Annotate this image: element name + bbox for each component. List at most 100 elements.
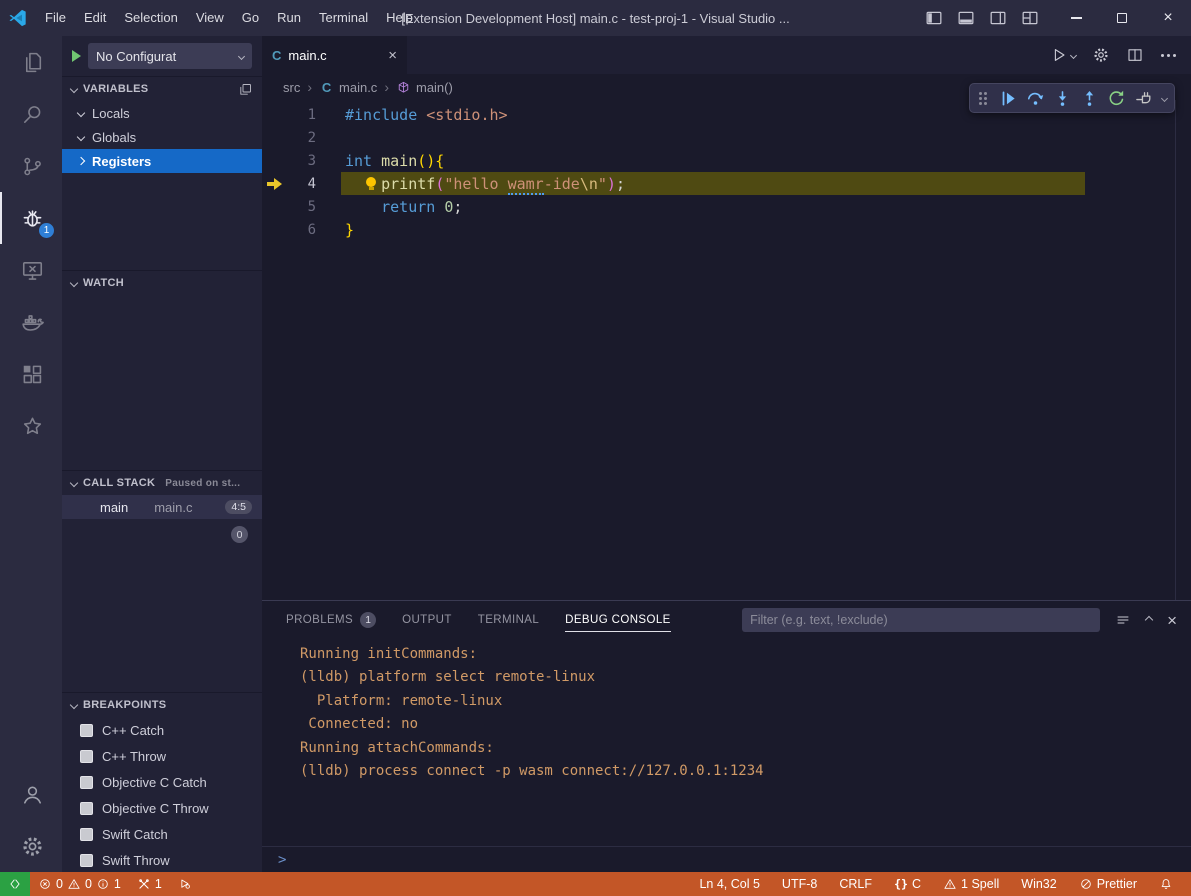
status-cursor-position[interactable]: Ln 4, Col 5 xyxy=(691,877,767,891)
breadcrumb-src[interactable]: src xyxy=(283,80,300,95)
output-options-icon[interactable] xyxy=(1115,612,1131,628)
panel-tab-debug-console[interactable]: DEBUG CONSOLE xyxy=(565,601,671,639)
step-out-button[interactable] xyxy=(1076,85,1103,111)
menu-file[interactable]: File xyxy=(36,0,75,36)
breakpoints-header[interactable]: BREAKPOINTS xyxy=(62,693,262,717)
breakpoint-swift-throw[interactable]: Swift Throw xyxy=(62,847,262,872)
tree-item-label: Globals xyxy=(92,130,136,145)
breakpoint-checkbox[interactable] xyxy=(80,854,93,867)
drag-handle-icon[interactable] xyxy=(977,91,989,106)
breakpoint-objective-c-throw[interactable]: Objective C Throw xyxy=(62,795,262,821)
activity-favorites[interactable] xyxy=(0,400,62,452)
customize-layout-button[interactable] xyxy=(1015,3,1045,33)
menu-edit[interactable]: Edit xyxy=(75,0,115,36)
activity-search[interactable] xyxy=(0,88,62,140)
maximize-button[interactable] xyxy=(1099,0,1145,36)
run-button[interactable] xyxy=(1050,46,1076,64)
variables-item-globals[interactable]: Globals xyxy=(62,125,262,149)
filter-input[interactable] xyxy=(750,613,1092,627)
tab-main-c[interactable]: C main.c × xyxy=(262,36,407,74)
menu-selection[interactable]: Selection xyxy=(115,0,186,36)
menu-go[interactable]: Go xyxy=(233,0,268,36)
variables-header[interactable]: VARIABLES xyxy=(62,77,262,101)
breakpoint-c-throw[interactable]: C++ Throw xyxy=(62,743,262,769)
breakpoint-checkbox[interactable] xyxy=(80,828,93,841)
breakpoint-checkbox[interactable] xyxy=(80,802,93,815)
status-problems[interactable]: 0 0 1 xyxy=(30,872,129,896)
code-line-5[interactable]: 5 return 0; xyxy=(262,195,1191,218)
activity-bar: 1 xyxy=(0,36,62,872)
activity-accounts[interactable] xyxy=(0,768,62,820)
panel-close-icon[interactable]: × xyxy=(1167,612,1177,629)
breakpoint-c-catch[interactable]: C++ Catch xyxy=(62,717,262,743)
more-actions-button[interactable] xyxy=(1160,54,1177,57)
breakpoint-checkbox[interactable] xyxy=(80,776,93,789)
panel-tab-terminal[interactable]: TERMINAL xyxy=(478,601,539,639)
breadcrumb-main-c[interactable]: Cmain.c xyxy=(319,80,377,95)
menu-view[interactable]: View xyxy=(187,0,233,36)
code-line-3[interactable]: 3int main(){ xyxy=(262,149,1191,172)
status-notifications[interactable] xyxy=(1151,877,1181,891)
debug-config-dropdown[interactable]: No Configurat xyxy=(88,43,252,69)
stack-frame-row[interactable]: main main.c 4:5 xyxy=(62,495,262,519)
variables-panel-icon[interactable] xyxy=(238,82,253,97)
status-eol[interactable]: CRLF xyxy=(831,877,880,891)
menu-run[interactable]: Run xyxy=(268,0,310,36)
activity-source-control[interactable] xyxy=(0,140,62,192)
breakpoint-checkbox[interactable] xyxy=(80,724,93,737)
step-into-button[interactable] xyxy=(1049,85,1076,111)
status-language-mode[interactable]: {}C xyxy=(886,877,929,891)
code-line-6[interactable]: 6} xyxy=(262,218,1191,241)
activity-explorer[interactable] xyxy=(0,36,62,88)
disconnect-button[interactable] xyxy=(1130,85,1157,111)
status-debug[interactable] xyxy=(170,872,200,896)
activity-docker[interactable] xyxy=(0,296,62,348)
chevron-down-icon[interactable] xyxy=(1161,94,1168,101)
status-toolchain[interactable]: 1 xyxy=(129,872,170,896)
panel-maximize-icon[interactable] xyxy=(1145,616,1153,624)
close-button[interactable]: × xyxy=(1145,0,1191,36)
variables-item-locals[interactable]: Locals xyxy=(62,101,262,125)
breakpoint-objective-c-catch[interactable]: Objective C Catch xyxy=(62,769,262,795)
variables-item-registers[interactable]: Registers xyxy=(62,149,262,173)
code-editor[interactable]: 1#include <stdio.h>23int main(){4 printf… xyxy=(262,100,1191,600)
code-text: } xyxy=(316,221,354,239)
panel-tab-output[interactable]: OUTPUT xyxy=(402,601,452,639)
remote-indicator[interactable] xyxy=(0,872,30,896)
restart-button[interactable] xyxy=(1103,85,1130,111)
toggle-panel-button[interactable] xyxy=(951,3,981,33)
tab-close-icon[interactable]: × xyxy=(388,47,397,64)
minimize-button[interactable] xyxy=(1053,0,1099,36)
menu-help[interactable]: Help xyxy=(377,0,422,36)
filter-box[interactable] xyxy=(742,608,1100,632)
activity-run-and-debug[interactable]: 1 xyxy=(0,192,62,244)
code-line-2[interactable]: 2 xyxy=(262,126,1191,149)
continue-button[interactable] xyxy=(995,85,1022,111)
status-encoding[interactable]: UTF-8 xyxy=(774,877,825,891)
status-platform[interactable]: Win32 xyxy=(1013,877,1064,891)
breakpoint-checkbox[interactable] xyxy=(80,750,93,763)
activity-settings[interactable] xyxy=(0,820,62,872)
breakpoint-swift-catch[interactable]: Swift Catch xyxy=(62,821,262,847)
console-output[interactable]: Running initCommands:(lldb) platform sel… xyxy=(262,639,1191,846)
start-debugging-icon[interactable] xyxy=(72,50,81,62)
menu-terminal[interactable]: Terminal xyxy=(310,0,377,36)
editor-scrollbar[interactable] xyxy=(1175,100,1176,600)
code-line-4[interactable]: 4 printf("hello wamr-ide\n"); xyxy=(262,172,1191,195)
console-input[interactable]: > xyxy=(262,846,1191,872)
call-stack-header[interactable]: CALL STACK Paused on st... xyxy=(62,471,262,495)
toggle-sidebar-button[interactable] xyxy=(919,3,949,33)
breakpoint-gutter[interactable] xyxy=(262,178,286,190)
settings-button[interactable] xyxy=(1092,46,1110,64)
panel-tab-problems[interactable]: PROBLEMS1 xyxy=(286,601,376,639)
status-prettier[interactable]: Prettier xyxy=(1071,877,1145,891)
watch-header[interactable]: WATCH xyxy=(62,271,262,295)
activity-remote-explorer[interactable] xyxy=(0,244,62,296)
step-over-button[interactable] xyxy=(1022,85,1049,111)
toggle-secondary-sidebar-button[interactable] xyxy=(983,3,1013,33)
breadcrumb-main[interactable]: main() xyxy=(396,80,453,95)
activity-extensions[interactable] xyxy=(0,348,62,400)
status-spell-checker[interactable]: 1 Spell xyxy=(935,877,1007,891)
lightbulb-icon[interactable] xyxy=(366,177,376,187)
split-editor-button[interactable] xyxy=(1126,46,1144,64)
